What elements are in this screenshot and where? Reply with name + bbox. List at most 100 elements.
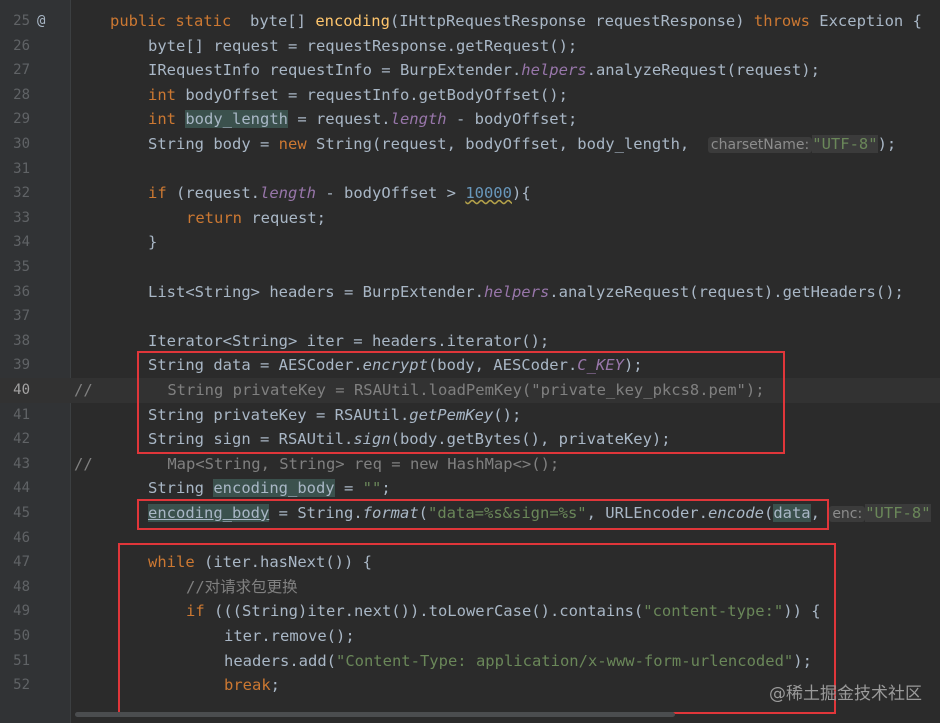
token: }: [148, 233, 158, 252]
annotation-box-encoding: [137, 499, 829, 530]
parameter-hint: charsetName:: [707, 137, 813, 153]
token: = request.: [287, 110, 391, 129]
line-number: 45: [13, 505, 30, 521]
token: (request.: [176, 184, 260, 203]
code-line[interactable]: 26 byte[] request = requestResponse.getR…: [0, 34, 940, 59]
line-number: 41: [13, 406, 30, 423]
code-text: public static byte[] encoding(IHttpReque…: [110, 9, 922, 34]
line-number: 28: [13, 86, 30, 103]
token: return: [186, 208, 252, 227]
token: public static: [110, 12, 250, 30]
token: Iterator<String> iter = headers.iterator…: [148, 331, 550, 350]
horizontal-scrollbar[interactable]: [75, 712, 675, 717]
code-text: }: [148, 230, 157, 255]
token: .analyzeRequest(request).getHeaders();: [549, 282, 904, 301]
code-line[interactable]: 31: [0, 157, 940, 182]
token: byte[] request = requestResponse.getRequ…: [148, 36, 578, 55]
code-editor[interactable]: 25 @ public static byte[] encoding(IHttp…: [0, 0, 940, 723]
code-text: int body_length = request.length - bodyO…: [148, 107, 577, 132]
line-number: 30: [13, 136, 30, 152]
line-number: 44: [13, 480, 30, 497]
token: - bodyOffset >: [316, 184, 466, 203]
watermark: @稀土掘金技术社区: [769, 684, 922, 704]
line-number: 52: [13, 677, 30, 694]
code-line[interactable]: 27 IRequestInfo requestInfo = BurpExtend…: [0, 58, 940, 83]
code-line[interactable]: 36 List<String> headers = BurpExtender.h…: [0, 280, 940, 305]
code-text: byte[] request = requestResponse.getRequ…: [148, 34, 577, 59]
code-line[interactable]: 38 Iterator<String> iter = headers.itera…: [0, 329, 940, 354]
line-number: 48: [13, 578, 30, 595]
line-number: 33: [13, 209, 30, 226]
token: request;: [251, 208, 326, 227]
token: List<String> headers = BurpExtender.: [148, 282, 484, 301]
line-number: 47: [13, 554, 30, 571]
token: "UTF-8": [865, 504, 931, 522]
code-line[interactable]: 44 String encoding_body = "";: [0, 476, 940, 501]
token: ){: [511, 184, 531, 203]
token: "UTF-8": [812, 135, 878, 153]
code-text: IRequestInfo requestInfo = BurpExtender.…: [148, 58, 820, 83]
token: // Map<String, String> req = new HashMap…: [74, 454, 560, 473]
line-number: 46: [13, 529, 30, 546]
token: int: [148, 85, 186, 104]
annotation-box-headers: [118, 543, 836, 714]
token: new: [278, 135, 316, 153]
code-line[interactable]: 35: [0, 255, 940, 280]
token: if: [148, 184, 176, 203]
token: byte[]: [249, 12, 316, 30]
line-number: 27: [13, 62, 30, 79]
line-number: 39: [13, 357, 30, 374]
token: Exception {: [809, 12, 922, 30]
token: encoding: [315, 12, 390, 30]
code-text: String body = new String(request, bodyOf…: [148, 132, 896, 158]
code-text: // Map<String, String> req = new HashMap…: [74, 452, 559, 477]
code-line[interactable]: 34 }: [0, 230, 940, 255]
token: body_length: [185, 110, 288, 129]
line-number: 32: [13, 185, 30, 202]
token: "": [362, 479, 382, 498]
code-line[interactable]: 32 if (request.length - bodyOffset > 100…: [0, 181, 940, 206]
override-marker-icon[interactable]: @: [37, 9, 45, 34]
token: String: [148, 479, 214, 498]
line-number: 34: [13, 234, 30, 251]
token: bodyOffset = requestInfo.getBodyOffset()…: [185, 85, 568, 104]
code-text: List<String> headers = BurpExtender.help…: [148, 280, 904, 305]
token: - bodyOffset;: [446, 110, 578, 129]
code-line[interactable]: 43 // Map<String, String> req = new Hash…: [0, 452, 940, 477]
code-text: if (request.length - bodyOffset > 10000)…: [148, 181, 531, 206]
token: =: [334, 479, 363, 498]
code-line[interactable]: 25 @ public static byte[] encoding(IHttp…: [0, 9, 940, 34]
code-line[interactable]: 28 int bodyOffset = requestInfo.getBodyO…: [0, 83, 940, 108]
annotation-box-signing: [137, 351, 785, 454]
code-text: String encoding_body = "";: [148, 476, 391, 501]
token: String body =: [148, 135, 279, 153]
code-text: return request;: [186, 206, 326, 231]
line-number: 51: [13, 652, 30, 669]
token: helpers: [521, 61, 587, 80]
line-number: 37: [13, 308, 30, 325]
code-text: int bodyOffset = requestInfo.getBodyOffs…: [148, 83, 568, 108]
token: int: [148, 110, 186, 129]
code-line[interactable]: 30 String body = new String(request, bod…: [0, 132, 940, 157]
line-number: 50: [13, 628, 30, 644]
code-line[interactable]: 29 int body_length = request.length - bo…: [0, 107, 940, 132]
token: length: [390, 110, 447, 129]
line-number: 43: [13, 455, 30, 472]
token: helpers: [483, 282, 550, 301]
token: );: [877, 135, 897, 153]
token: (IHttpRequestResponse requestResponse): [389, 12, 754, 30]
parameter-hint: enc:: [829, 506, 866, 522]
line-number: 36: [13, 283, 30, 300]
token: throws: [753, 12, 810, 30]
line-number: 35: [13, 259, 30, 275]
line-number: 29: [13, 111, 30, 128]
token: 10000: [465, 184, 512, 203]
token: length: [260, 184, 316, 203]
token: IRequestInfo requestInfo = BurpExtender.: [148, 61, 522, 80]
line-number: 42: [13, 431, 30, 448]
code-line[interactable]: 37: [0, 304, 940, 329]
token: String(request, bodyOffset, body_length,: [315, 135, 708, 153]
token: encoding_body: [213, 479, 335, 498]
code-line[interactable]: 33 return request;: [0, 206, 940, 231]
token: ;: [381, 479, 391, 498]
